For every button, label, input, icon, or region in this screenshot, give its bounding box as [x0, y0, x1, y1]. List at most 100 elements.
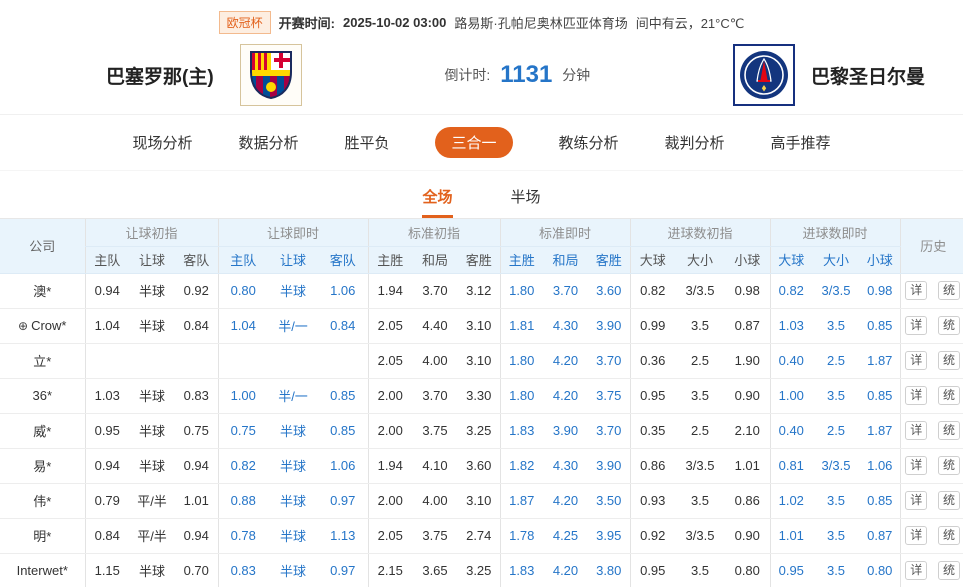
odds-value: 2.15: [368, 553, 412, 587]
globe-icon: ⊕: [18, 319, 28, 333]
odds-value: 3.90: [588, 448, 630, 483]
odds-value: 1.01: [725, 448, 770, 483]
odds-value: 半球: [268, 553, 318, 587]
odds-value: 0.85: [860, 308, 900, 343]
stats-button[interactable]: 统: [938, 351, 960, 370]
nav-tab-数据分析[interactable]: 数据分析: [238, 128, 298, 157]
odds-value: 3/3.5: [675, 448, 725, 483]
stats-button[interactable]: 统: [938, 561, 960, 580]
odds-value: 0.99: [630, 308, 675, 343]
odds-value: 3.60: [588, 273, 630, 308]
odds-value: 3.75: [588, 378, 630, 413]
odds-value: 2.5: [675, 413, 725, 448]
odds-value: 2.00: [368, 378, 412, 413]
stats-button[interactable]: 统: [938, 421, 960, 440]
detail-button[interactable]: 详: [905, 316, 927, 335]
odds-value: [85, 343, 129, 378]
odds-value: 0.94: [175, 518, 218, 553]
company-name: 立*: [0, 343, 85, 378]
odds-value: 1.02: [770, 483, 812, 518]
action-cell: 详: [900, 343, 932, 378]
stats-button[interactable]: 统: [938, 456, 960, 475]
odds-row: 威*0.95半球0.750.75半球0.852.003.753.251.833.…: [0, 413, 963, 448]
away-team-name: 巴黎圣日尔曼: [811, 62, 925, 89]
odds-value: 3.70: [588, 343, 630, 378]
odds-value: 4.20: [543, 378, 588, 413]
stats-button[interactable]: 统: [938, 386, 960, 405]
odds-value: 3.5: [812, 308, 860, 343]
odds-value: 2.00: [368, 413, 412, 448]
odds-value: 4.00: [412, 343, 458, 378]
odds-value: 2.5: [812, 343, 860, 378]
odds-value: 半球: [129, 308, 175, 343]
period-tab-半场[interactable]: 半场: [511, 186, 541, 218]
psg-crest-icon: [739, 50, 789, 100]
odds-subheader: 主队: [218, 246, 268, 273]
odds-value: 0.95: [85, 413, 129, 448]
detail-button[interactable]: 详: [905, 281, 927, 300]
odds-value: 0.90: [725, 518, 770, 553]
odds-subheader: 小球: [725, 246, 770, 273]
odds-value: 3.70: [412, 273, 458, 308]
detail-button[interactable]: 详: [905, 561, 927, 580]
odds-value: 0.82: [218, 448, 268, 483]
odds-value: 3.75: [412, 518, 458, 553]
detail-button[interactable]: 详: [905, 456, 927, 475]
stats-button[interactable]: 统: [938, 316, 960, 335]
nav-tab-裁判分析[interactable]: 裁判分析: [665, 128, 725, 157]
odds-value: 0.82: [630, 273, 675, 308]
odds-group-header: 进球数初指: [630, 219, 770, 246]
odds-value: 0.40: [770, 343, 812, 378]
odds-value: 0.87: [860, 518, 900, 553]
odds-value: 3.10: [458, 308, 500, 343]
odds-value: 3.12: [458, 273, 500, 308]
odds-value: 1.01: [770, 518, 812, 553]
odds-value: 3.5: [812, 518, 860, 553]
odds-subheader: 主队: [85, 246, 129, 273]
odds-value: 0.83: [175, 378, 218, 413]
odds-value: 半球: [268, 448, 318, 483]
odds-subheader: 让球: [129, 246, 175, 273]
nav-tab-三合一[interactable]: 三合一: [435, 127, 512, 158]
odds-value: 0.79: [85, 483, 129, 518]
detail-button[interactable]: 详: [905, 526, 927, 545]
company-name: Interwet*: [0, 553, 85, 587]
odds-value: 3.5: [675, 378, 725, 413]
odds-subheader: 让球: [268, 246, 318, 273]
odds-value: 1.03: [85, 378, 129, 413]
nav-tab-高手推荐[interactable]: 高手推荐: [771, 128, 831, 157]
detail-button[interactable]: 详: [905, 351, 927, 370]
odds-value: 2.5: [812, 413, 860, 448]
kickoff-time: 2025-10-02 03:00: [343, 15, 446, 30]
detail-button[interactable]: 详: [905, 386, 927, 405]
nav-tab-教练分析[interactable]: 教练分析: [559, 128, 619, 157]
odds-value: 2.05: [368, 308, 412, 343]
nav-tab-现场分析[interactable]: 现场分析: [132, 128, 192, 157]
odds-value: 3.60: [458, 448, 500, 483]
action-cell: 详: [900, 553, 932, 587]
period-tab-全场[interactable]: 全场: [422, 186, 452, 218]
detail-button[interactable]: 详: [905, 421, 927, 440]
stats-button[interactable]: 统: [938, 526, 960, 545]
odds-value: 3.5: [812, 378, 860, 413]
nav-tab-胜平负[interactable]: 胜平负: [344, 128, 389, 157]
odds-value: 1.01: [175, 483, 218, 518]
stats-button[interactable]: 统: [938, 281, 960, 300]
company-name: 36*: [0, 378, 85, 413]
odds-value: 4.00: [412, 483, 458, 518]
company-name: 伟*: [0, 483, 85, 518]
odds-value: 4.30: [543, 448, 588, 483]
league-badge[interactable]: 欧冠杯: [219, 11, 271, 34]
odds-value: 半球: [129, 448, 175, 483]
stats-button[interactable]: 统: [938, 491, 960, 510]
odds-value: 1.03: [770, 308, 812, 343]
odds-value: 1.80: [500, 378, 543, 413]
odds-value: 3.70: [412, 378, 458, 413]
odds-subheader: 主胜: [368, 246, 412, 273]
detail-button[interactable]: 详: [905, 491, 927, 510]
odds-value: 3.30: [458, 378, 500, 413]
action-cell: 详: [900, 483, 932, 518]
odds-value: 3.5: [675, 553, 725, 587]
odds-value: 1.81: [500, 308, 543, 343]
action-cell: 统: [932, 448, 963, 483]
